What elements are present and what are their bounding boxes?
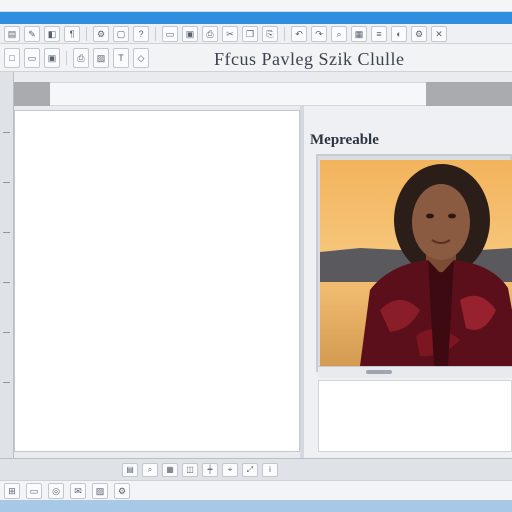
ruler-tick [3, 182, 10, 183]
vertical-ruler [0, 72, 14, 462]
cut-icon[interactable]: ✂ [222, 25, 238, 42]
mail-icon[interactable]: ✉ [70, 482, 86, 499]
save-icon[interactable]: ▣ [182, 25, 198, 42]
grid-icon[interactable]: ▦ [351, 25, 367, 42]
portrait-photo[interactable] [320, 160, 512, 366]
new-icon[interactable]: □ [4, 47, 20, 68]
start-icon[interactable]: ⊞ [4, 482, 20, 499]
tools-icon[interactable]: ⚙ [93, 25, 109, 42]
open-icon[interactable]: ▭ [162, 25, 178, 42]
format-icon[interactable]: ¶ [64, 25, 80, 42]
toolbar-separator [86, 26, 87, 41]
snap-icon[interactable]: ⌖ [222, 462, 238, 477]
status-bar: ▤ ⌕ ▦ ◫ ┿ ⌖ ⤢ i [0, 458, 512, 480]
toolbar-separator [284, 26, 285, 41]
undo-icon[interactable]: ↶ [291, 25, 307, 42]
image-icon[interactable]: ▨ [93, 47, 109, 68]
browser-icon[interactable]: ◎ [48, 482, 64, 499]
ribbon-accent-bar [0, 12, 512, 24]
ruler-tick [3, 132, 10, 133]
notes-panel[interactable] [318, 380, 512, 452]
document-page[interactable] [14, 110, 300, 452]
scrollbar-thumb[interactable] [366, 370, 392, 374]
shape-icon[interactable]: ◇ [133, 47, 149, 68]
window-title-bar [0, 0, 512, 12]
pane-header [50, 82, 426, 106]
ruler-tick [3, 382, 10, 383]
paste-icon[interactable]: ⎘ [262, 25, 278, 42]
zoom-icon[interactable]: ⌕ [142, 462, 158, 477]
info-icon[interactable]: i [262, 462, 278, 477]
toolbar-separator [155, 26, 156, 41]
main-toolbar: ▤ ✎ ◧ ¶ ⚙ ▢ ? ▭ ▣ ⎙ ✂ ❐ ⎘ ↶ ↷ ⌕ ▦ ≡ ◐ ⚙ … [0, 24, 512, 44]
open-folder-icon[interactable]: ▭ [24, 47, 40, 68]
ruler-tick [3, 232, 10, 233]
copy-icon[interactable]: ❐ [242, 25, 258, 42]
desktop-strip [0, 500, 512, 512]
fit-icon[interactable]: ⤢ [242, 462, 258, 477]
zoom-icon[interactable]: ⌕ [331, 25, 347, 42]
save-icon[interactable]: ▣ [44, 47, 60, 68]
close-icon[interactable]: ✕ [431, 25, 447, 42]
align-icon[interactable]: ≡ [371, 25, 387, 42]
ruler-tick [3, 282, 10, 283]
color-icon[interactable]: ◐ [391, 25, 407, 42]
preview-title: Mepreable [310, 132, 379, 148]
print-icon[interactable]: ⎙ [73, 47, 89, 68]
toolbar-title: Ffcus Pavleg Szik Clulle [214, 49, 405, 69]
ruler-tick [3, 332, 10, 333]
settings-icon[interactable]: ⚙ [114, 482, 130, 499]
redo-icon[interactable]: ↷ [311, 25, 327, 42]
view-icon[interactable]: ◧ [44, 25, 60, 42]
layer-icon[interactable]: ◫ [182, 462, 198, 477]
file-icon[interactable]: ▤ [4, 25, 20, 42]
pane-header-left [14, 82, 50, 106]
toolbar-separator [66, 50, 67, 65]
edit-icon[interactable]: ✎ [24, 25, 40, 42]
pane-header-right [426, 82, 512, 106]
window-icon[interactable]: ▢ [113, 25, 129, 42]
taskbar: ⊞ ▭ ◎ ✉ ▨ ⚙ [0, 480, 512, 500]
print-icon[interactable]: ⎙ [202, 25, 218, 42]
preview-scrollbar[interactable] [318, 366, 512, 378]
settings-icon[interactable]: ⚙ [411, 25, 427, 42]
grid-icon[interactable]: ▦ [162, 462, 178, 477]
text-icon[interactable]: T [113, 47, 129, 68]
help-icon[interactable]: ? [133, 25, 149, 42]
page-icon[interactable]: ▤ [122, 462, 138, 477]
photo-icon[interactable]: ▨ [92, 482, 108, 499]
folder-icon[interactable]: ▭ [26, 482, 42, 499]
ruler-icon[interactable]: ┿ [202, 462, 218, 477]
